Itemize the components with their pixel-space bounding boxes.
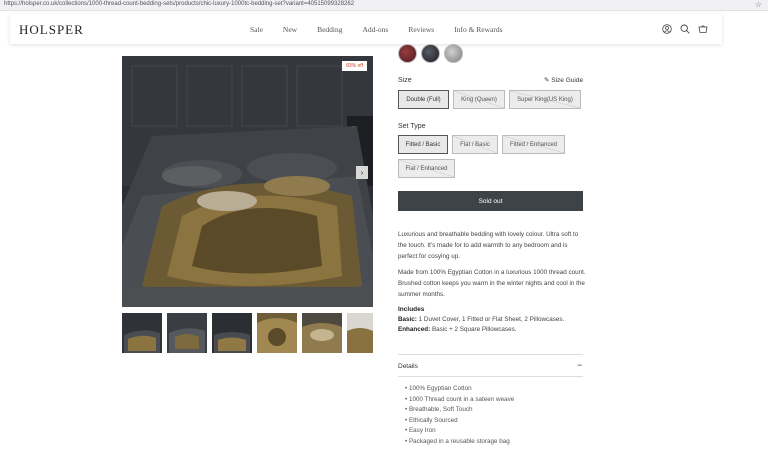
discount-badge: 83% off: [342, 61, 367, 71]
main-product-image[interactable]: 83% off ›: [122, 56, 373, 307]
thumbnail-4[interactable]: [257, 313, 297, 353]
divider: [398, 376, 583, 377]
list-item: 1000 Thread count in a sateen weave: [405, 395, 514, 406]
search-icon[interactable]: [680, 24, 690, 34]
list-item: Breathable, Soft Touch: [405, 405, 514, 416]
logo[interactable]: HOLSPER: [19, 22, 84, 38]
set-flat-enhanced[interactable]: Flat / Enhanced: [398, 159, 455, 178]
site-header: HOLSPER Sale New Bedding Add-ons Reviews…: [10, 14, 722, 44]
swatch-grey[interactable]: [444, 44, 463, 63]
details-accordion-title[interactable]: Details: [398, 363, 418, 370]
star-icon[interactable]: ☆: [755, 0, 762, 9]
list-item: 100% Egyptian Cotton: [405, 384, 514, 395]
nav-sale[interactable]: Sale: [250, 25, 263, 34]
includes-basic: Basic: 1 Duvet Cover, 1 Fitted or Flat S…: [398, 316, 564, 323]
size-double-full[interactable]: Double (Full): [398, 90, 449, 109]
swatch-charcoal[interactable]: [421, 44, 440, 63]
ruler-icon: ✎: [544, 77, 550, 84]
basic-label: Basic:: [398, 316, 417, 323]
nav-bedding[interactable]: Bedding: [317, 25, 342, 34]
nav-add-ons[interactable]: Add-ons: [363, 25, 389, 34]
thumbnail-strip: [122, 313, 373, 353]
thumbnail-2[interactable]: [167, 313, 207, 353]
list-item: Ethically Sourced: [405, 416, 514, 427]
size-king-queen[interactable]: King (Queen): [453, 90, 505, 109]
size-guide-link[interactable]: ✎ Size Guide: [544, 76, 583, 84]
chevron-right-icon[interactable]: ›: [356, 166, 368, 179]
description-paragraph-2: Made from 100% Egyptian Cotton in a luxu…: [398, 269, 586, 298]
url-text[interactable]: https://holsper.co.uk/collections/1000-t…: [4, 1, 354, 7]
main-nav: Sale New Bedding Add-ons Reviews Info & …: [250, 25, 523, 34]
set-fitted-enhanced[interactable]: Fitted / Enhanced: [502, 135, 565, 154]
nav-info-rewards[interactable]: Info & Rewards: [454, 25, 502, 34]
basic-text: 1 Duvet Cover, 1 Fitted or Flat Sheet, 2…: [418, 316, 565, 323]
thumbnail-1[interactable]: [122, 313, 162, 353]
includes-title: Includes: [398, 306, 425, 313]
size-guide-text: Size Guide: [551, 77, 584, 84]
cart-icon[interactable]: [698, 24, 708, 34]
nav-reviews[interactable]: Reviews: [408, 25, 434, 34]
swatch-red[interactable]: [398, 44, 417, 63]
thumbnail-3[interactable]: [212, 313, 252, 353]
sold-out-button[interactable]: Sold out: [398, 191, 583, 211]
list-item: Easy Iron: [405, 426, 514, 437]
nav-new[interactable]: New: [283, 25, 297, 34]
set-fitted-basic[interactable]: Fitted / Basic: [398, 135, 448, 154]
browser-url-bar[interactable]: https://holsper.co.uk/collections/1000-t…: [0, 0, 768, 11]
enhanced-text: Basic + 2 Square Pillowcases.: [431, 326, 517, 333]
size-super-king[interactable]: Super King(US King): [509, 90, 581, 109]
bedding-photo: [122, 56, 373, 307]
collapse-icon[interactable]: −: [577, 360, 582, 370]
set-flat-basic[interactable]: Flat / Basic: [452, 135, 498, 154]
header-icons: [662, 24, 708, 34]
set-type-label: Set Type: [398, 123, 426, 130]
account-icon[interactable]: [662, 24, 672, 34]
description-paragraph-1: Luxurious and breathable bedding with lo…: [398, 231, 579, 260]
thumbnail-6[interactable]: [347, 313, 373, 353]
size-label: Size: [398, 77, 412, 84]
list-item: Packaged in a reusable storage bag: [405, 437, 514, 448]
enhanced-label: Enhanced:: [398, 326, 431, 333]
thumbnail-5[interactable]: [302, 313, 342, 353]
includes-enhanced: Enhanced: Basic + 2 Square Pillowcases.: [398, 326, 516, 333]
divider: [398, 354, 583, 355]
details-list: 100% Egyptian Cotton 1000 Thread count i…: [405, 384, 514, 448]
color-swatches: [398, 44, 463, 63]
